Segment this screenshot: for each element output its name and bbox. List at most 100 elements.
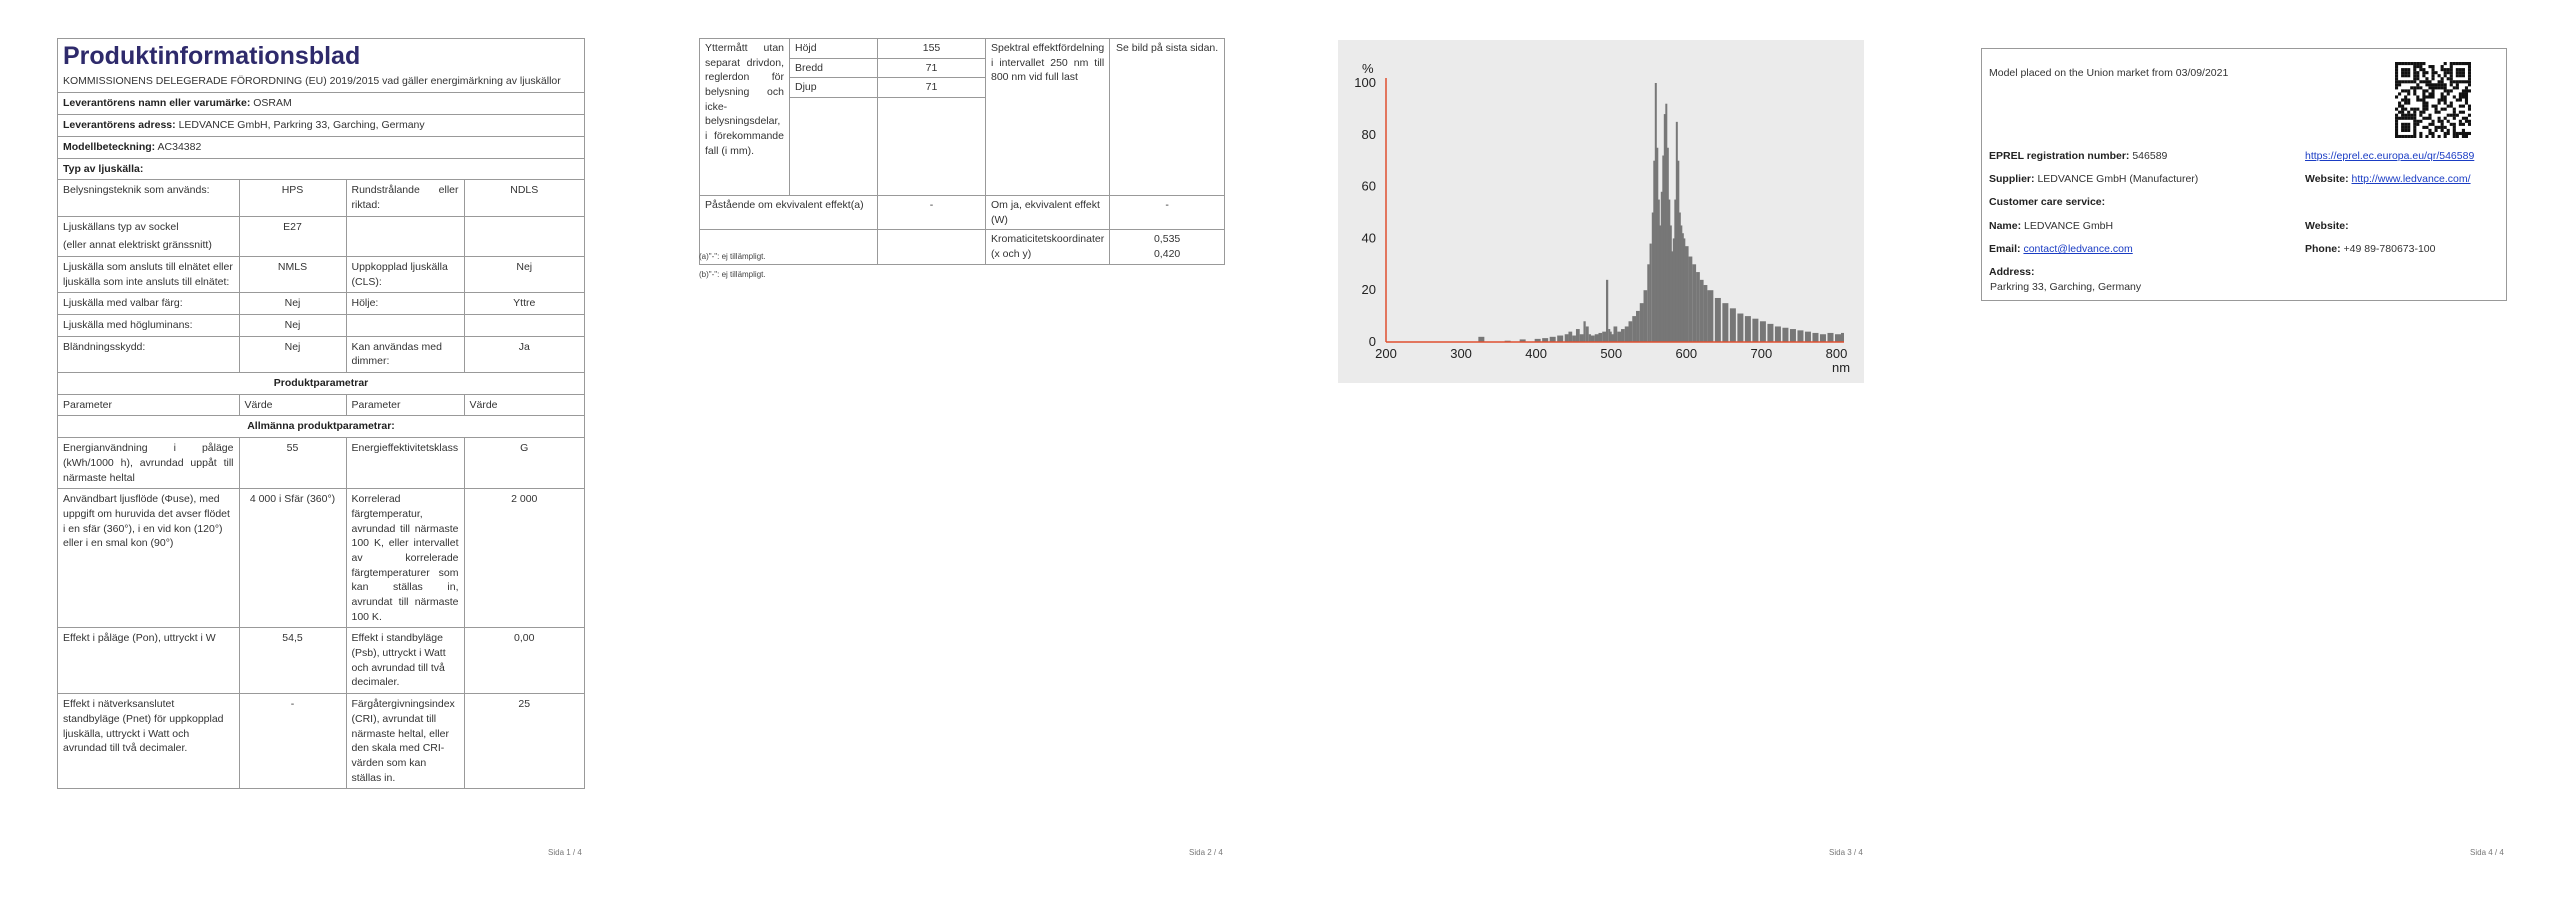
page-4: Model placed on the Union market from 03… (1920, 0, 2560, 905)
spectrum-bars (1478, 83, 1844, 342)
chroma-x: 0,535 (1153, 233, 1181, 246)
cell-label: Användbart ljusflöde (Φuse), med uppgift… (58, 488, 240, 629)
regulation-intro: KOMMISSIONENS DELEGERADE FÖRORDNING (EU)… (58, 72, 584, 94)
spectrum-bar (1647, 264, 1650, 342)
table-header-row: Parameter Värde Parameter Värde (58, 394, 584, 417)
product-info-sheet: Produktinformationsblad KOMMISSIONENS DE… (57, 38, 585, 790)
cell-label: Effekt i standbyläge (Psb), uttryckt i W… (346, 627, 465, 695)
supplier-value: OSRAM (253, 97, 292, 110)
dim-name: Höjd (789, 38, 878, 59)
dim-name: Djup (789, 77, 878, 99)
table-row: Ljuskällans typ av sockel (eller annat el… (58, 216, 584, 257)
supplier-label: Leverantörens namn eller varumärke: (63, 97, 251, 110)
name-label: Name: (1989, 220, 2022, 232)
dim-value: 71 (877, 77, 986, 99)
email-link[interactable]: contact@ledvance.com (2023, 243, 2132, 255)
page-number: Sida 1 / 4 (548, 848, 582, 857)
spectrum-bar (1598, 332, 1603, 342)
chroma-y: 0,420 (1153, 248, 1181, 261)
table-row: Bländningsskydd: Nej Kan användas med di… (58, 336, 584, 374)
col-header-value: Värde (464, 394, 584, 417)
dims-label: Yttermått utan separat drivdon, reglerdo… (699, 37, 790, 197)
email-row: Email: contact@ledvance.com (1989, 242, 2133, 257)
care-website-label: Website: (2305, 220, 2349, 232)
cell-value: E27 (239, 216, 347, 257)
table-row: Allmänna produktparametrar: (58, 415, 584, 439)
spectrum-bar (1688, 256, 1693, 342)
phone-row: Phone: +49 89-780673-100 (2305, 242, 2435, 257)
eprel-link[interactable]: https://eprel.ec.europa.eu/qr/546589 (2305, 149, 2474, 164)
table-row: Påstående om ekvivalent effekt(a) - Om j… (699, 195, 1225, 231)
spectrum-bar (1605, 279, 1609, 342)
table-row: Yttermått utan separat drivdon, reglerdo… (699, 37, 1225, 197)
cell-value: HPS (239, 180, 347, 217)
cell-value: Nej (239, 292, 347, 316)
x-tick-label: 800 (1826, 346, 1848, 361)
cell-label: Effekt i påläge (Pon), uttryckt i W (58, 627, 240, 695)
spectral-chart: 200 300 400 500 600 700 800 0 20 40 60 80 100 % nm (1338, 40, 1864, 383)
spectrum-bar (1703, 285, 1708, 342)
type-table: Belysningsteknik som används: HPS Rundst… (58, 180, 584, 790)
cell-value: Nej (239, 314, 347, 337)
table-row: Effekt i nätverksanslutet standbyläge (P… (58, 693, 584, 790)
website-link[interactable]: http://www.ledvance.com/ (2352, 173, 2471, 185)
spectrum-bar (1568, 331, 1573, 342)
equiv-power-value: - (1109, 195, 1225, 231)
spectrum-bar (1583, 321, 1586, 342)
empty-cell (877, 229, 986, 265)
eprel-value: 546589 (2132, 150, 2168, 162)
model-label: Modellbeteckning: (63, 140, 156, 153)
y-tick-label: 40 (1362, 230, 1376, 245)
cell-label: Korrelerad färgtemperatur, avrundad till… (346, 488, 465, 629)
type-heading: Typ av ljuskälla: (58, 159, 584, 181)
spectrum-bar (1617, 331, 1622, 342)
x-tick-label: 700 (1751, 346, 1773, 361)
cell-label: Hölje: (346, 292, 465, 316)
eprel-row: EPREL registration number: 546589 (1989, 149, 2167, 164)
spectral-chart-svg: 200 300 400 500 600 700 800 0 20 40 60 80 100 % nm (1354, 61, 1850, 375)
model-value: AC34382 (157, 140, 202, 153)
spectrum-bar (1602, 331, 1606, 342)
spectrum-bar (1572, 335, 1576, 342)
cell-label: Bländningsskydd: (58, 336, 240, 374)
spectrum-bar (1729, 308, 1736, 342)
supplier-row: Leverantörens namn eller varumärke: OSRA… (58, 93, 584, 116)
spectrum-bar (1699, 279, 1704, 342)
cell-value: 4 000 i Sfär (360°) (239, 488, 347, 629)
x-tick-label: 400 (1525, 346, 1547, 361)
params-heading: Produktparametrar (58, 372, 584, 395)
spectrum-bar (1737, 313, 1744, 342)
footnote-b: (b)"-": ej tillämpligt. (699, 270, 766, 279)
spectral-value: Se bild på sista sidan. (1109, 37, 1225, 197)
spectrum-bar (1643, 290, 1648, 342)
table-row: Kromaticitetskoordinater (x och y) 0,535… (699, 229, 1225, 265)
cell-value: 25 (464, 693, 584, 790)
y-axis-label: % (1362, 61, 1374, 76)
website-label: Website: (2305, 173, 2349, 185)
spectrum-bar (1840, 332, 1844, 342)
spectrum-bar (1478, 336, 1485, 342)
spectrum-bar (1692, 264, 1697, 342)
spacer-cell (789, 97, 878, 196)
socket-label: Ljuskällans typ av sockel (63, 220, 179, 233)
col-header-param: Parameter (58, 394, 240, 417)
table-row: Ljuskälla med högluminans: Nej (58, 314, 584, 337)
socket-sublabel: (eller annat elektriskt gränssnitt) (63, 239, 212, 252)
spectrum-bar (1789, 329, 1796, 342)
col-header-param: Parameter (346, 394, 465, 417)
spectral-label: Spektral effektfördelning i intervallet … (984, 37, 1111, 197)
table-row: Produktparametrar (58, 372, 584, 395)
axis-ticks: 200 300 400 500 600 700 800 0 20 40 60 80 100 (1354, 75, 1847, 361)
cell-label (346, 216, 465, 257)
spectrum-bar (1707, 290, 1714, 342)
spectrum-bar (1585, 326, 1589, 342)
equiv-claim-label: Påstående om ekvivalent effekt(a) (699, 195, 878, 231)
cell-label: Rundstrålande eller riktad: (346, 180, 465, 217)
cell-value: - (239, 693, 347, 790)
cell-label: Ljuskälla med högluminans: (58, 314, 240, 337)
qr-code-icon[interactable] (2395, 62, 2471, 138)
table-row: Ljuskälla med valbar färg: Nej Hölje: Yt… (58, 292, 584, 316)
spectrum-bar (1774, 326, 1781, 342)
equiv-power-label: Om ja, ekvivalent effekt (W) (984, 195, 1111, 231)
cell-value: NMLS (239, 256, 347, 294)
